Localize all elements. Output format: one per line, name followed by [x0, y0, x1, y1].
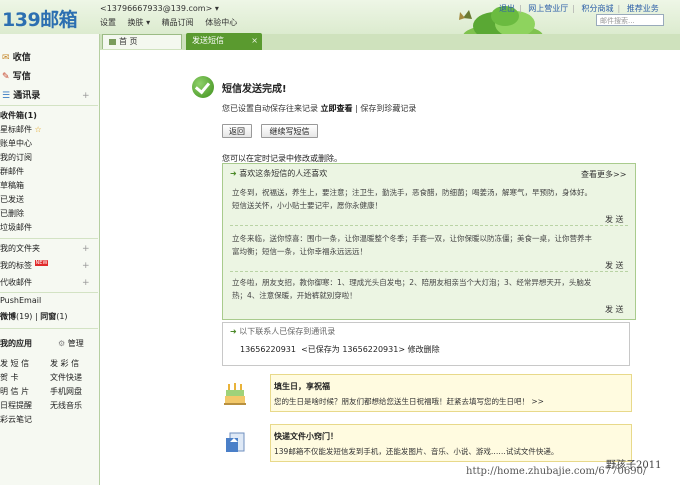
settings-link[interactable]: 设置	[100, 18, 116, 27]
divider	[230, 225, 628, 226]
view-more-link[interactable]: 查看更多>>	[581, 169, 626, 180]
subscription-link[interactable]: 精品订阅	[162, 18, 194, 27]
divider	[0, 105, 98, 106]
sidebar-folder-inbox[interactable]: 收件箱(1)	[0, 110, 37, 121]
gear-icon: ⚙	[58, 339, 66, 348]
app-item[interactable]: 发 彩 信	[50, 358, 79, 369]
arrow-right-icon: ➜	[230, 169, 237, 178]
sidebar-folder-bills[interactable]: 账单中心	[0, 138, 32, 149]
recommend-title: ➜ 喜欢这条短信的人还喜欢	[230, 169, 328, 178]
continue-compose-button[interactable]: 继续写短信	[261, 124, 318, 138]
sidebar-inbox[interactable]: ✉ 收信	[2, 50, 31, 63]
account-address[interactable]: <13796667933@139.com> ▾	[100, 4, 219, 13]
chevron-down-icon: ▾	[214, 4, 219, 13]
send-button[interactable]: 发 送	[605, 214, 624, 225]
pen-icon: ✎	[2, 72, 10, 82]
save-info: 您已设置自动保存往来记录 立即查看 | 保存到珍藏记录	[222, 104, 417, 113]
saved-contacts-title: ➜ 以下联系人已保存到通讯录	[230, 327, 336, 336]
apps-title: 我的应用	[0, 339, 32, 348]
app-item[interactable]: 日程提醒	[0, 400, 32, 411]
add-folder-icon[interactable]: +	[82, 244, 90, 254]
sidebar-folder-drafts[interactable]: 草稿箱	[0, 180, 24, 191]
sidebar: ✉ 收信 ✎ 写信 ☰ 通讯录 + 收件箱(1) 星标邮件 ☆ 账单中心 我的订…	[0, 34, 100, 485]
tip-body[interactable]: 您的生日是啥时候？朋友们都想给您送生日祝福哦！赶紧去填写您的生日吧！ >>	[274, 396, 544, 407]
divider	[0, 292, 98, 293]
sidebar-my-folders[interactable]: 我的文件夹	[0, 243, 40, 254]
sms-message: 立冬到，祝福送，养生上，要注意；注卫生，勤洗手，恶食醋，防细菌；喝姜汤，解寒气，…	[232, 188, 592, 210]
add-proxy-icon[interactable]: +	[82, 278, 90, 288]
sidebar-proxy-mail[interactable]: 代收邮件	[0, 277, 32, 288]
home-icon	[109, 39, 116, 45]
contacts-icon: ☰	[2, 91, 11, 101]
tab-home[interactable]: 首 页	[102, 34, 182, 49]
file-transfer-icon	[226, 432, 245, 452]
logo-number: 139	[2, 9, 41, 31]
edit-delete-link[interactable]: 修改删除	[408, 345, 440, 354]
sidebar-folder-starred[interactable]: 星标邮件 ☆	[0, 124, 42, 135]
app-item[interactable]: 发 短 信	[0, 358, 29, 369]
contact-number: 13656220931	[240, 345, 296, 354]
cake-icon	[224, 383, 246, 405]
tip-title: 填生日，享祝福	[274, 382, 330, 391]
sidebar-compose[interactable]: ✎ 写信	[2, 69, 31, 82]
divider	[230, 271, 628, 272]
manage-apps-link[interactable]: ⚙ 管理	[58, 338, 84, 349]
divider	[0, 238, 98, 239]
send-button[interactable]: 发 送	[605, 304, 624, 315]
sidebar-weibo[interactable]: 微博(19) | 同窗(1)	[0, 311, 68, 322]
app-item[interactable]: 手机网盘	[50, 386, 82, 397]
back-button[interactable]: 返回	[222, 124, 252, 138]
close-icon[interactable]: ×	[251, 33, 258, 49]
saved-contact-row: 13656220931 <已保存为 13656220931> 修改删除	[240, 344, 440, 355]
online-hall-link[interactable]: 网上营业厅	[528, 4, 568, 13]
success-title: 短信发送完成!	[222, 84, 287, 95]
app-item[interactable]: 文件快递	[50, 372, 82, 383]
arrow-right-icon: ➜	[230, 327, 237, 336]
app-item[interactable]: 贺 卡	[0, 372, 19, 383]
search-input[interactable]: 邮件搜索...	[596, 14, 664, 26]
sidebar-folder-subscriptions[interactable]: 我的订阅	[0, 152, 32, 163]
new-badge: NEW	[34, 260, 49, 266]
logo[interactable]: 139邮箱	[2, 5, 78, 32]
recommended-link[interactable]: 推荐业务	[627, 4, 659, 13]
experience-center-link[interactable]: 体验中心	[205, 18, 237, 27]
right-links: 退出 | 网上营业厅 | 积分商城 | 推荐业务	[499, 4, 659, 13]
sidebar-folder-spam[interactable]: 垃圾邮件	[0, 222, 32, 233]
inbox-icon: ✉	[2, 53, 10, 63]
points-mall-link[interactable]: 积分商城	[582, 4, 614, 13]
tip-body: 139邮箱不仅能发短信发到手机，还能发图片、音乐、小说、游戏……试试文件快递。	[274, 447, 559, 456]
add-tag-icon[interactable]: +	[82, 261, 90, 271]
sms-message: 立冬来临，送你惊喜：围巾一条，让你温暖整个冬季；手套一双，让你保暖以防冻僵；美食…	[232, 234, 592, 256]
tab-send-sms[interactable]: 发送短信 ×	[186, 33, 262, 50]
divider	[0, 328, 98, 329]
saved-as: <已保存为 13656220931>	[301, 345, 406, 354]
skin-link[interactable]: 换肤 ▾	[128, 18, 151, 27]
sidebar-my-tags[interactable]: 我的标签 NEW	[0, 260, 49, 271]
app-item[interactable]: 彩云笔记	[0, 414, 32, 425]
app-item[interactable]: 明 信 片	[0, 386, 29, 397]
logo-text: 邮箱	[40, 9, 78, 31]
send-button[interactable]: 发 送	[605, 260, 624, 271]
sidebar-folder-group[interactable]: 群邮件	[0, 166, 24, 177]
logout-link[interactable]: 退出	[499, 4, 515, 13]
sms-message: 立冬啦，朋友支招，教你御寒：1、理成光头自发电；2、陪朋友相亲当个大灯泡；3、经…	[232, 278, 592, 300]
star-icon: ☆	[34, 125, 42, 134]
sidebar-contacts[interactable]: ☰ 通讯录	[2, 88, 40, 101]
tip-title: 快递文件小窍门！	[274, 432, 338, 441]
check-icon	[192, 76, 214, 98]
app-item[interactable]: 无线音乐	[50, 400, 82, 411]
sidebar-folder-sent[interactable]: 已发送	[0, 194, 24, 205]
sidebar-pushemail[interactable]: PushEmail	[0, 296, 41, 305]
view-now-link[interactable]: 立即查看	[321, 104, 353, 113]
sidebar-folder-deleted[interactable]: 已删除	[0, 208, 24, 219]
watermark: http://home.zhubajie.com/6770690/	[466, 466, 647, 477]
save-to-collection-link[interactable]: 保存到珍藏记录	[360, 104, 416, 113]
add-contact-icon[interactable]: +	[82, 91, 90, 101]
top-links: 设置 换肤 ▾ 精品订阅 体验中心	[100, 17, 246, 28]
